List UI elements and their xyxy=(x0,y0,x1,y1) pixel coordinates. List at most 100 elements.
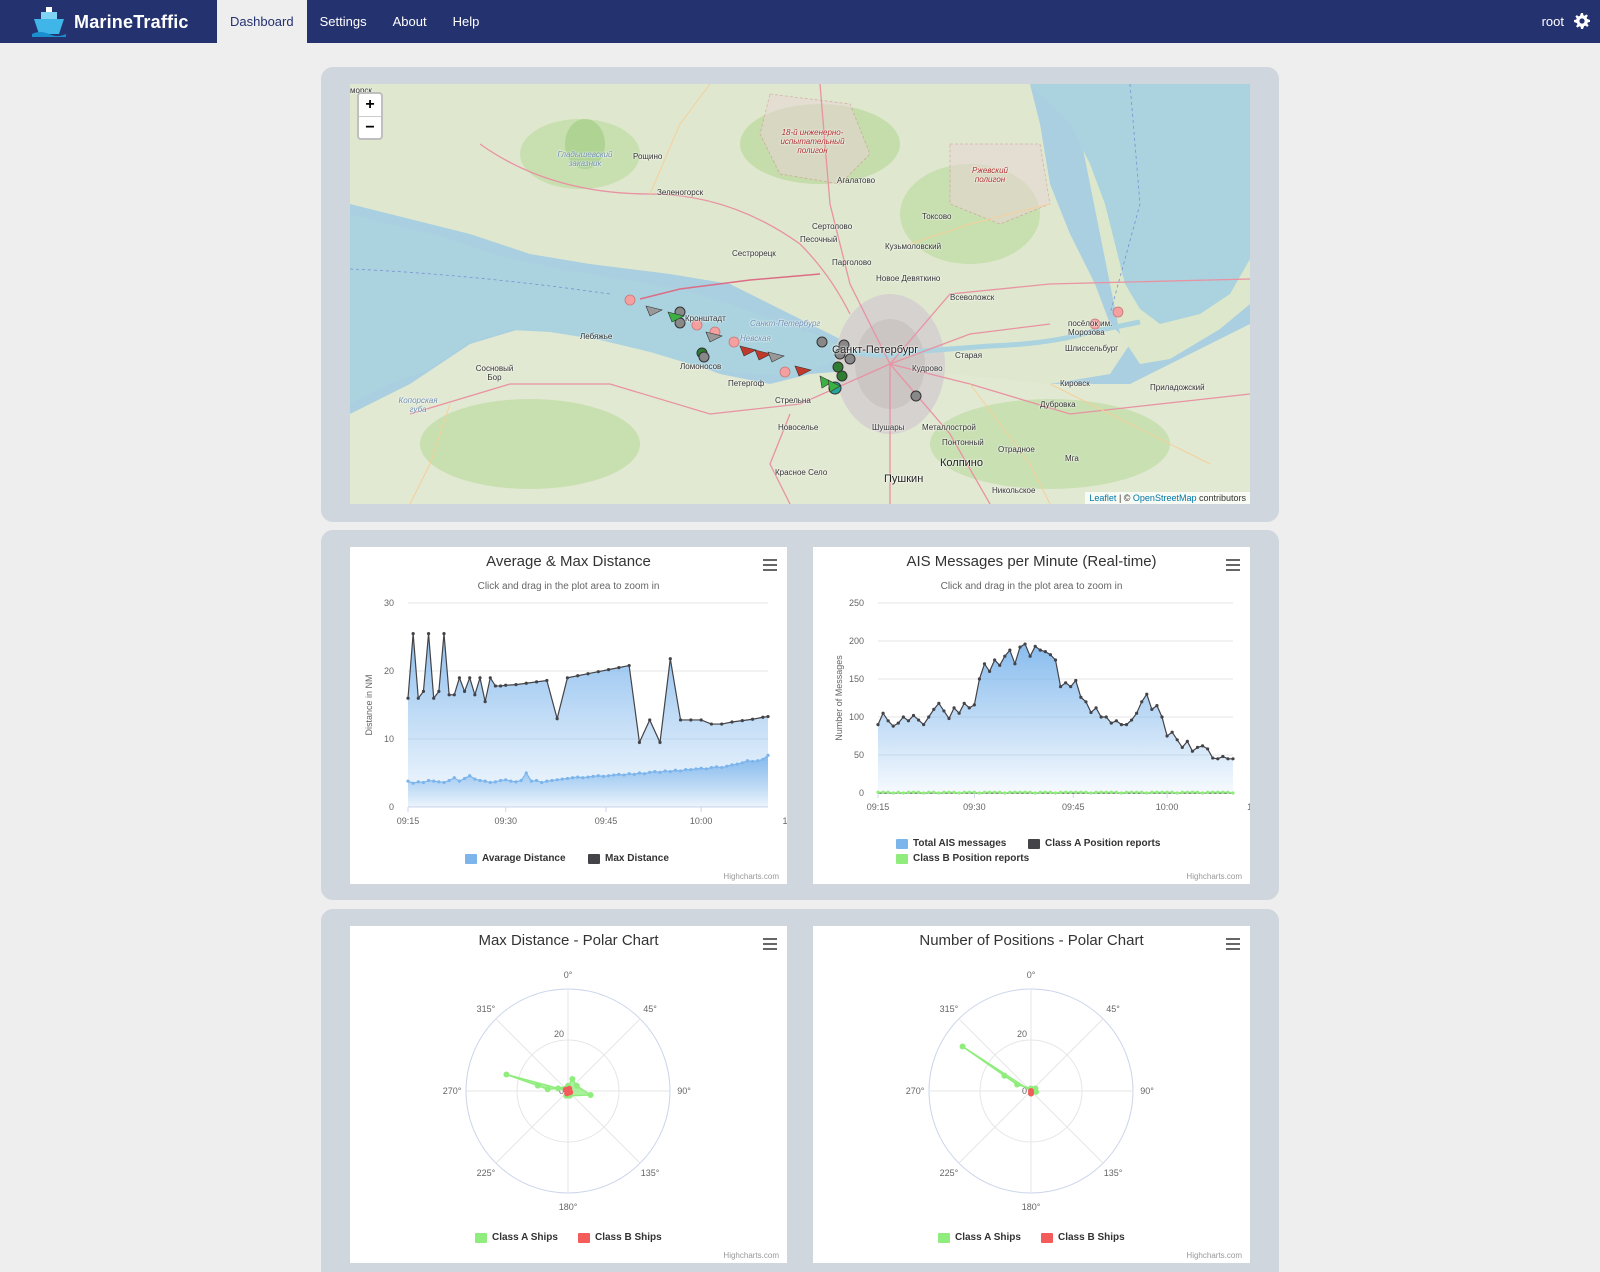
y-tick-label: 150 xyxy=(849,674,864,684)
legend-item[interactable]: Max Distance xyxy=(588,853,669,864)
legend-item[interactable]: Total AIS messages xyxy=(896,838,1006,849)
legend-item[interactable]: Class A Position reports xyxy=(1028,838,1160,849)
data-point xyxy=(896,790,900,794)
data-point xyxy=(1094,706,1098,710)
data-point xyxy=(1221,790,1225,794)
legend-label: Class B Position reports xyxy=(913,853,1030,864)
data-point xyxy=(1165,734,1169,738)
main-nav: Dashboard Settings About Help xyxy=(217,0,492,43)
data-point xyxy=(648,718,652,722)
chart-title: Number of Positions - Polar Chart xyxy=(919,932,1144,949)
data-point xyxy=(1008,648,1012,652)
chart-credits[interactable]: Highcharts.com xyxy=(723,1251,779,1260)
data-point xyxy=(962,790,966,794)
data-point xyxy=(947,716,951,721)
data-point xyxy=(1216,757,1220,761)
vessel-map[interactable]: + − морск Гладышевский заказник Рощино З… xyxy=(350,84,1250,504)
zoom-out-button[interactable]: − xyxy=(359,116,381,138)
data-point xyxy=(1038,790,1042,794)
data-point xyxy=(876,790,880,794)
data-point xyxy=(886,719,890,723)
data-point xyxy=(896,721,900,725)
data-point xyxy=(987,669,992,673)
data-point xyxy=(1099,715,1103,719)
distance-chart[interactable]: 0 10 20 30 09:15 09:30 09:45 10:00 10:15 Distance… xyxy=(350,547,787,884)
x-tick-label: 09:30 xyxy=(494,816,517,826)
legend-label: Class B Ships xyxy=(1058,1232,1125,1243)
data-point xyxy=(881,711,885,715)
polar-distance-chart[interactable]: 0°45°90°135°180°225°270°315°200 xyxy=(350,926,787,1263)
data-point xyxy=(1069,790,1073,794)
chart-menu-button[interactable] xyxy=(1226,559,1240,571)
data-point xyxy=(1165,790,1169,794)
data-point xyxy=(504,683,508,687)
brand-link[interactable]: MarineTraffic xyxy=(32,7,189,37)
data-point xyxy=(1124,723,1129,727)
chart-menu-button[interactable] xyxy=(763,938,777,950)
chart-title: Average & Max Distance xyxy=(486,553,651,570)
nav-help[interactable]: Help xyxy=(440,0,493,43)
data-point xyxy=(766,714,770,719)
map-label: Петергоф xyxy=(728,379,765,388)
chart-credits[interactable]: Highcharts.com xyxy=(723,872,779,881)
angle-label: 135° xyxy=(641,1168,660,1178)
data-point xyxy=(886,790,890,794)
legend-item[interactable]: Class A Ships xyxy=(938,1232,1021,1243)
data-point xyxy=(1129,790,1134,794)
data-point xyxy=(1211,790,1215,794)
map-label: Ржевский полигон xyxy=(972,166,1008,184)
zoom-in-button[interactable]: + xyxy=(359,94,381,116)
legend-item[interactable]: Class A Ships xyxy=(475,1232,558,1243)
data-point xyxy=(483,700,487,704)
legend-item[interactable]: Class B Ships xyxy=(1041,1232,1125,1243)
map-label: Зеленогорск xyxy=(657,188,704,197)
angle-label: 180° xyxy=(559,1202,578,1212)
chart-title: Max Distance - Polar Chart xyxy=(478,932,659,949)
data-point xyxy=(957,711,961,715)
angle-label: 270° xyxy=(443,1086,462,1096)
legend-item[interactable]: Class B Ships xyxy=(578,1232,662,1243)
data-point xyxy=(1114,719,1118,723)
data-point xyxy=(987,790,992,794)
x-tick-label: 09:15 xyxy=(867,802,890,812)
y-tick-label: 200 xyxy=(849,636,864,646)
polar-positions-chart[interactable]: 0°45°90°135°180°225°270°315°200 xyxy=(813,926,1250,1263)
polar-point xyxy=(534,1082,541,1089)
data-point xyxy=(478,676,482,680)
data-point xyxy=(1079,790,1083,794)
data-point xyxy=(932,790,936,794)
chart-menu-button[interactable] xyxy=(1226,938,1240,950)
chart-credits[interactable]: Highcharts.com xyxy=(1186,872,1242,881)
polar-spoke xyxy=(567,1090,641,1164)
data-point xyxy=(761,715,765,719)
brand-name: MarineTraffic xyxy=(74,11,189,32)
data-point xyxy=(993,658,997,662)
legend-label: Avarage Distance xyxy=(482,853,566,864)
angle-label: 135° xyxy=(1104,1168,1123,1178)
data-point xyxy=(1195,745,1200,749)
data-point xyxy=(1089,710,1093,715)
legend-item[interactable]: Class B Position reports xyxy=(896,853,1029,864)
nav-settings[interactable]: Settings xyxy=(307,0,380,43)
chart-credits[interactable]: Highcharts.com xyxy=(1186,1251,1242,1260)
data-point xyxy=(906,790,911,794)
chart-menu-button[interactable] xyxy=(763,559,777,571)
data-point xyxy=(993,790,997,794)
gear-icon[interactable] xyxy=(1574,13,1590,29)
legend-item[interactable]: Avarage Distance xyxy=(465,853,566,864)
data-point xyxy=(1140,700,1144,704)
nav-about[interactable]: About xyxy=(380,0,440,43)
data-point xyxy=(524,681,528,685)
leaflet-link[interactable]: Leaflet xyxy=(1089,493,1116,503)
data-point xyxy=(901,791,905,795)
x-tick-label: 10:00 xyxy=(1156,802,1179,812)
data-point xyxy=(947,790,951,794)
user-name[interactable]: root xyxy=(1542,0,1564,43)
data-point xyxy=(1135,711,1139,715)
nav-dashboard[interactable]: Dashboard xyxy=(217,0,307,43)
angle-label: 90° xyxy=(1140,1086,1154,1096)
data-point xyxy=(967,706,971,710)
osm-link[interactable]: OpenStreetMap xyxy=(1133,493,1197,503)
data-point xyxy=(911,713,916,718)
ais-chart[interactable]: 0 50 100 150 200 250 09:15 09:30 09:45 10:00 10:15… xyxy=(813,547,1250,884)
